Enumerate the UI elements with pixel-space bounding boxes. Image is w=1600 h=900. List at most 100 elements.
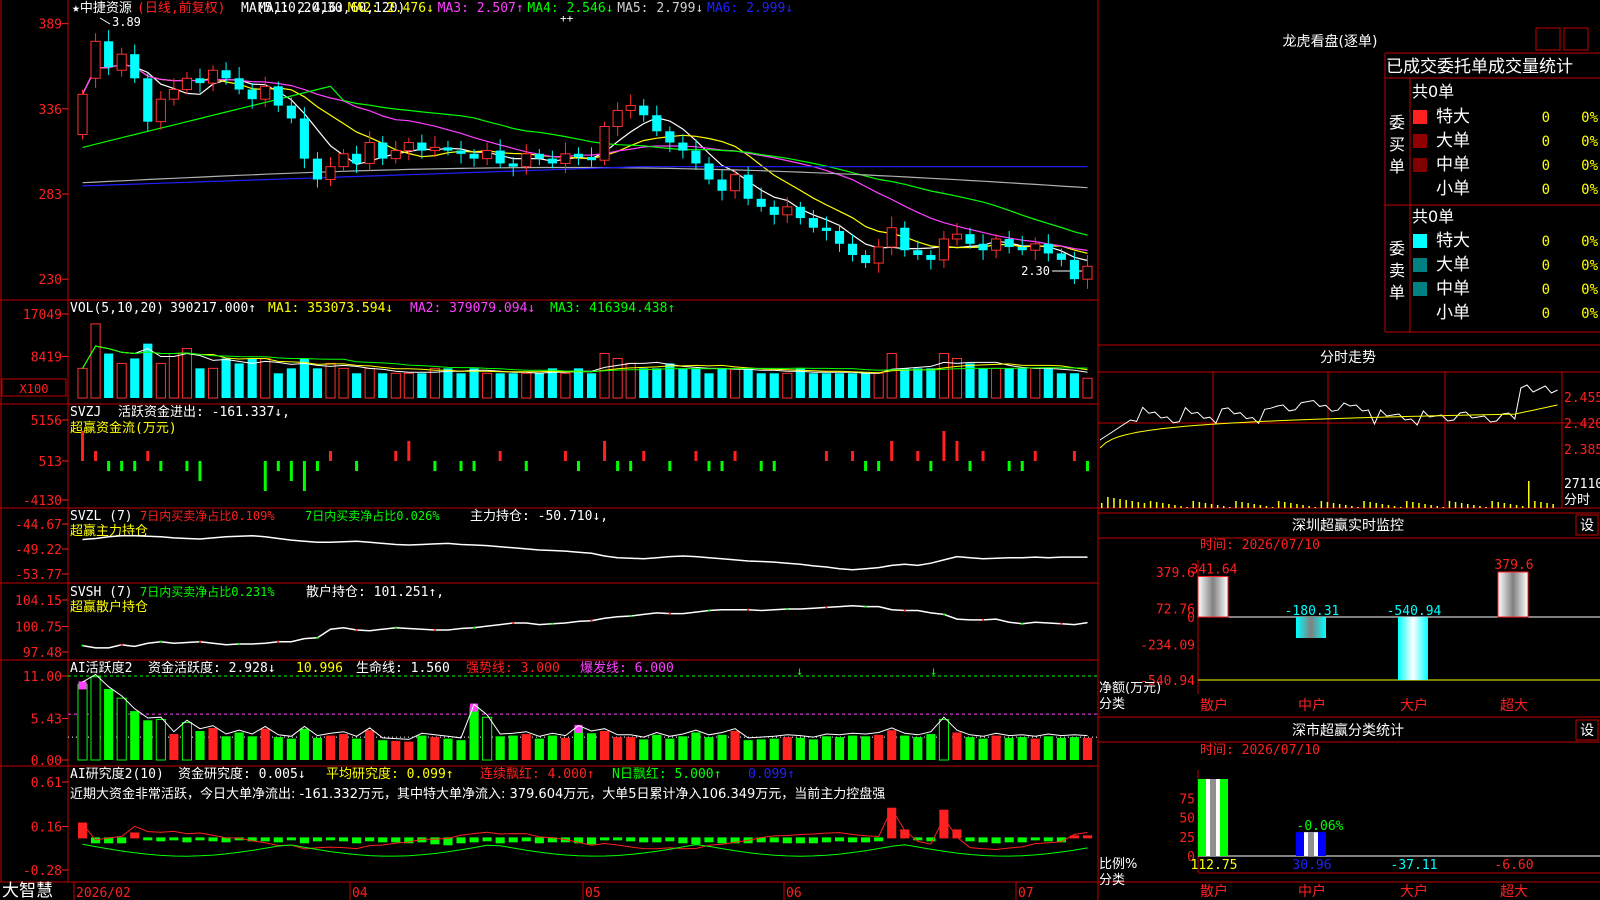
svzj-bar-positive <box>329 451 332 461</box>
buy-row-pct: 0% <box>1581 182 1598 198</box>
ma-line-1 <box>81 63 1088 262</box>
stat-category-label: 中户 <box>1298 883 1326 900</box>
minute-volume-bar <box>1271 507 1274 508</box>
ai2-bar <box>378 837 388 843</box>
minute-volume-bar <box>1491 501 1493 508</box>
candle-body-down <box>299 118 309 159</box>
ai1-bar <box>456 740 466 760</box>
svzj-bar-negative <box>120 461 124 471</box>
candle-body-up <box>338 153 349 168</box>
candle-body-up <box>521 153 532 168</box>
candle-body-up <box>1030 243 1041 251</box>
volume-bar-up <box>403 372 414 399</box>
ai2-text-2: 平均研究度: 0.099↑ <box>326 766 454 782</box>
minute-volume-bar <box>1503 503 1506 508</box>
ai1-bar <box>104 688 114 760</box>
candle-body-up <box>951 233 963 240</box>
ai2-bar <box>769 837 779 843</box>
ai1-text-2: 10.996 <box>296 661 343 676</box>
minute-volume-bar <box>1314 507 1316 508</box>
volume-bar-down <box>221 358 231 398</box>
ai2-line-green <box>82 843 1088 857</box>
ai1-bar <box>613 737 623 760</box>
candle-body-down <box>573 153 584 158</box>
candle-body-up <box>625 105 636 111</box>
stat-title: 深市超赢分类统计 <box>1292 722 1404 739</box>
minute-volume-bar <box>1113 498 1115 508</box>
stat-y-tick: 50 <box>1179 812 1195 827</box>
minute-y-tick: 2.420 <box>1564 417 1600 432</box>
candle-body-down <box>926 255 936 260</box>
ai2-bar <box>626 837 636 842</box>
ai2-text-3: 连续飘红: 4.000↑ <box>480 766 595 782</box>
svzj-bar-positive <box>603 441 607 461</box>
ai1-bar <box>234 732 244 760</box>
ai1-bar <box>1017 737 1027 760</box>
y-tick-label: 8419 <box>31 350 62 365</box>
svsh-marker <box>394 626 397 629</box>
minute-volume-bar <box>1155 502 1158 508</box>
candle-body-down <box>352 153 362 164</box>
svzj-bar-negative <box>133 461 137 471</box>
minute-volume-bar <box>1223 506 1225 508</box>
ai2-bar <box>286 837 296 841</box>
minute-volume-bar <box>1168 504 1170 508</box>
svsh-marker <box>786 607 789 610</box>
ai1-bar <box>547 735 557 760</box>
candle-body-up <box>782 206 793 216</box>
minute-avg-line <box>1099 404 1558 449</box>
ai1-bar <box>834 737 845 760</box>
sell-order-label: 委 <box>1389 239 1405 258</box>
volume-bar-down <box>1043 368 1053 398</box>
ai1-bar <box>586 733 597 760</box>
svsh-subtitle: 超赢散户持仓 <box>70 599 148 615</box>
svzj-bar-positive <box>94 451 98 461</box>
minute-volume-bar <box>1418 503 1420 508</box>
ai2-bar <box>456 837 466 844</box>
svzj-bar-negative <box>668 461 672 471</box>
ai1-bar <box>782 737 792 760</box>
svzj-bar-negative <box>759 461 763 471</box>
marker-plus: ++ <box>560 12 574 25</box>
ai1-text-4: 强势线: 3.000 <box>466 660 560 676</box>
vol-ma3: MA3: 416394.438↑ <box>550 301 675 316</box>
svsh-marker <box>629 614 632 617</box>
svsh-text-1: 7日内买卖净占比0.231% <box>140 584 275 599</box>
svzj-bar-positive <box>981 451 985 461</box>
y-tick-label: 0.61 <box>31 776 62 791</box>
volume-bar-down <box>534 373 544 398</box>
ai1-bar <box>195 730 205 760</box>
y-tick-label: 5156 <box>31 414 62 429</box>
ai1-bar <box>352 738 362 760</box>
ma-value-1: MA1: 2.416↓ <box>258 1 344 16</box>
ai2-title: AI研究度2(10) <box>70 766 164 782</box>
volume-bar-down <box>273 373 283 398</box>
svsh-text-2: 散户持仓: 101.251↑, <box>306 584 444 600</box>
svsh-marker <box>942 613 945 616</box>
sz-axis-label-2: 分类 <box>1099 697 1125 712</box>
candle-body-up <box>325 166 336 181</box>
candle-body-down <box>965 234 975 244</box>
candle-body-up <box>168 89 179 100</box>
minute-price-line <box>1099 384 1558 441</box>
sz-y-tick: -234.09 <box>1140 638 1195 653</box>
ai1-line <box>82 673 1088 740</box>
svzj-bar-negative <box>263 461 267 491</box>
minute-volume-bar <box>1515 505 1518 508</box>
svzj-bar-positive <box>890 441 894 461</box>
minute-volume-bar <box>1552 504 1554 508</box>
ai2-bar <box>156 837 166 842</box>
ma-value-2: MA2: 2.476↓ <box>348 1 434 16</box>
x-axis-label: 07 <box>1018 886 1034 900</box>
ai1-bar <box>169 734 179 760</box>
volume-bar-down <box>691 368 701 398</box>
volume-bar-down <box>195 368 205 398</box>
volume-bar-up <box>612 357 623 399</box>
svzj-bar-positive <box>407 441 411 461</box>
ai1-bar <box>417 735 427 760</box>
minute-volume-bar <box>1546 503 1548 508</box>
buy-order-label: 买 <box>1389 135 1405 154</box>
x100-label: X100 <box>20 382 49 396</box>
buy-row-name: 小单 <box>1436 179 1470 199</box>
candle-body-down <box>534 153 544 159</box>
